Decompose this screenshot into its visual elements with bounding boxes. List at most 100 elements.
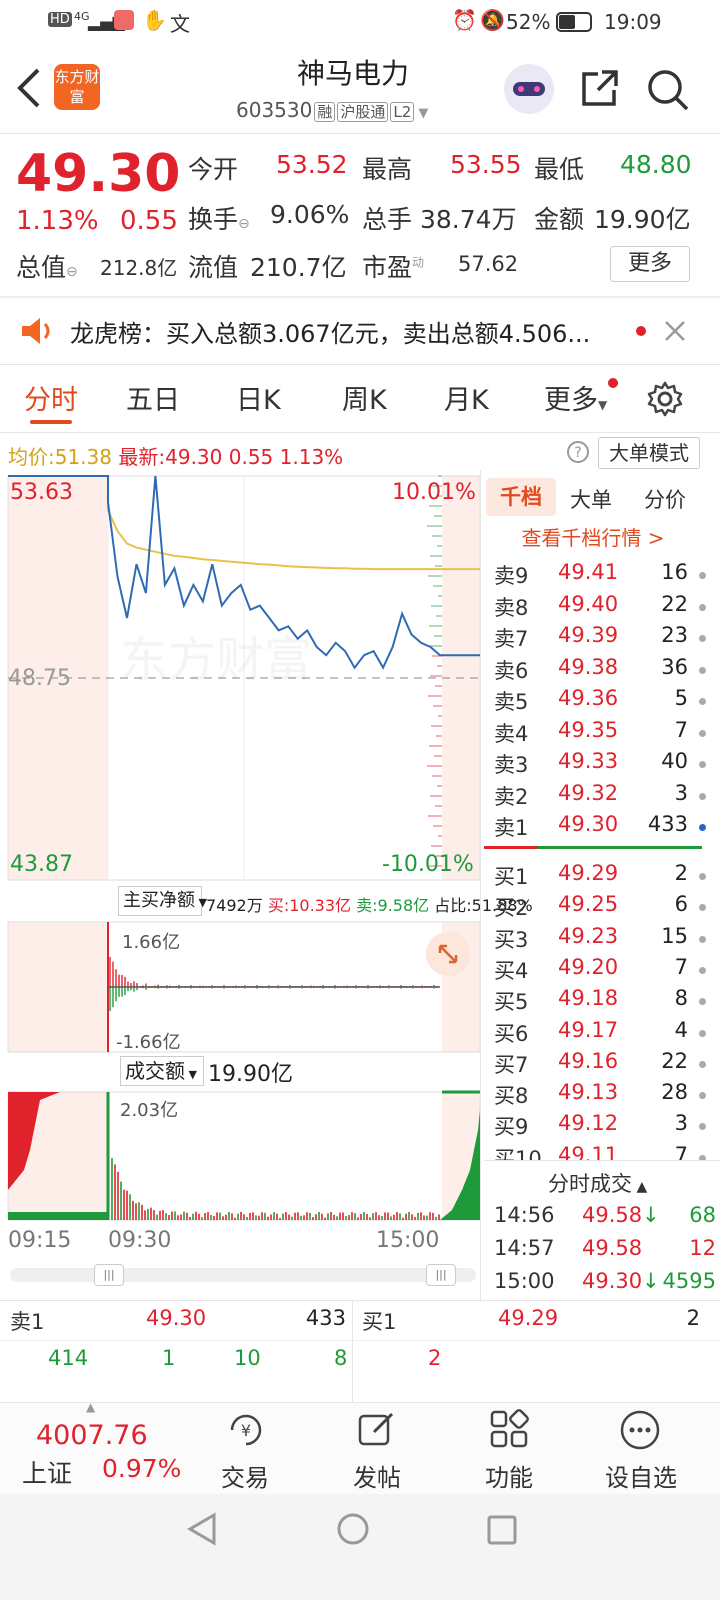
- ask-row[interactable]: 卖7 49.39 23: [494, 623, 714, 655]
- nav-post[interactable]: 发帖: [322, 1458, 432, 1493]
- ask-volume: 22: [661, 591, 688, 616]
- ask-price: 49.35: [558, 717, 619, 742]
- pct-top-label: 10.01%: [392, 480, 476, 505]
- bid-row[interactable]: 买3 49.23 15: [494, 924, 714, 956]
- ask-row[interactable]: 卖8 49.40 22: [494, 592, 714, 624]
- expand-icon[interactable]: [426, 932, 470, 976]
- bid-row[interactable]: 买7 49.16 22: [494, 1049, 714, 1081]
- system-recents-icon[interactable]: [486, 1514, 518, 1546]
- time-label-930: 09:30: [108, 1228, 172, 1253]
- time-label-open: 09:15: [8, 1228, 72, 1253]
- panel-divider: [480, 470, 481, 1300]
- bid-row[interactable]: 买6 49.17 4: [494, 1018, 714, 1050]
- system-home-icon[interactable]: [336, 1512, 370, 1546]
- range-handle-right[interactable]: |||: [426, 1264, 456, 1286]
- index-pct[interactable]: 0.97%: [102, 1454, 181, 1483]
- bid-price: 49.11: [558, 1142, 619, 1160]
- tick-volume: 4595: [662, 1269, 716, 1293]
- open-value: 53.52: [276, 150, 348, 179]
- ask-row[interactable]: 卖6 49.38 36: [494, 655, 714, 687]
- ob-tab-thousand[interactable]: 千档: [486, 478, 556, 516]
- stock-code-line[interactable]: 603530 融沪股通 L2 ▼: [236, 98, 476, 122]
- ask-dot: [699, 792, 706, 800]
- ask-row[interactable]: 卖3 49.33 40: [494, 749, 714, 781]
- bid-volume: 7: [674, 954, 688, 979]
- post-icon[interactable]: [356, 1408, 398, 1450]
- share-icon[interactable]: [580, 68, 620, 108]
- ask-volume: 3: [674, 780, 688, 805]
- tab-more[interactable]: 更多▼: [544, 378, 607, 417]
- close-icon[interactable]: [664, 320, 686, 342]
- big-order-mode-button[interactable]: 大单模式: [598, 437, 700, 469]
- notice-bar[interactable]: 龙虎榜：买入总额3.067亿元，卖出总额4.506...: [0, 298, 720, 364]
- sell-queue-item: 8: [334, 1346, 348, 1370]
- tab-indicator: [30, 420, 72, 424]
- tab-intraday[interactable]: 分时: [24, 378, 78, 417]
- tab-five-day[interactable]: 五日: [126, 378, 180, 417]
- open-label: 今开: [188, 155, 239, 184]
- settings-gear-icon[interactable]: [646, 380, 684, 418]
- bid-row[interactable]: 买5 49.18 8: [494, 986, 714, 1018]
- system-back-icon[interactable]: [186, 1512, 218, 1546]
- nav-functions[interactable]: 功能: [454, 1458, 564, 1493]
- bid-row[interactable]: 买9 49.12 3: [494, 1111, 714, 1143]
- net-buy-y-top: 1.66亿: [122, 932, 181, 953]
- bid-row[interactable]: 买1 49.29 2: [494, 861, 714, 893]
- tag-hk-connect: 沪股通: [337, 102, 389, 122]
- bid-row[interactable]: 买4 49.20 7: [494, 955, 714, 987]
- speaker-icon: [22, 318, 50, 344]
- ask-row[interactable]: 卖2 49.32 3: [494, 781, 714, 813]
- bid-row[interactable]: 买10 49.11 7: [494, 1143, 714, 1160]
- bid-price: 49.20: [558, 954, 619, 979]
- help-icon[interactable]: ?: [566, 440, 590, 464]
- index-name[interactable]: 上证: [22, 1454, 72, 1490]
- auction-area-green: [8, 1212, 108, 1220]
- bid-label: 买3: [494, 927, 529, 952]
- volume-y-top: 2.03亿: [120, 1100, 179, 1121]
- ask-row[interactable]: 卖9 49.41 16: [494, 560, 714, 592]
- range-handle-left[interactable]: |||: [94, 1264, 124, 1286]
- ask-row[interactable]: 卖5 49.36 5: [494, 686, 714, 718]
- search-icon[interactable]: [646, 68, 690, 112]
- sell-queue-item: 10: [234, 1346, 261, 1370]
- app-logo[interactable]: 东方财富: [54, 64, 100, 110]
- bid-dot: [699, 1060, 706, 1068]
- tab-weekly-k[interactable]: 周K: [342, 378, 387, 417]
- ask-dot: [699, 698, 706, 705]
- ob-tab-big-order[interactable]: 大单: [570, 484, 612, 514]
- ob-view-link[interactable]: 查看千档行情 >: [486, 522, 700, 551]
- net-buy-selector[interactable]: 主买净额 ▼: [118, 886, 207, 916]
- more-button[interactable]: 更多: [610, 246, 690, 282]
- ask-label: 卖2: [494, 784, 529, 809]
- volume-total: 19.90亿: [208, 1062, 293, 1087]
- ticks-header[interactable]: 分时成交 ▲: [548, 1168, 647, 1198]
- functions-icon[interactable]: [488, 1408, 530, 1450]
- tab-monthly-k[interactable]: 月K: [444, 378, 489, 417]
- ob-ratio-sell: [484, 846, 538, 849]
- ask-volume: 40: [661, 749, 688, 773]
- change-pct: 1.13%: [16, 206, 99, 236]
- low-label: 最低: [534, 155, 585, 184]
- ask-row[interactable]: 卖4 49.35 7: [494, 718, 714, 750]
- bid-row[interactable]: 买8 49.13 28: [494, 1080, 714, 1112]
- time-label-close: 15:00: [376, 1228, 440, 1253]
- tab-daily-k[interactable]: 日K: [236, 378, 281, 417]
- tick-volume: 68: [689, 1203, 716, 1227]
- index-expand-icon[interactable]: ▲: [86, 1400, 95, 1414]
- volume-selector[interactable]: 成交额 ▼: [120, 1056, 204, 1086]
- nav-add-watchlist[interactable]: 设自选: [586, 1458, 696, 1493]
- assistant-robot-icon[interactable]: [504, 64, 554, 114]
- battery-label: 52%: [506, 10, 551, 34]
- ask-dot: [699, 666, 706, 674]
- info-icon[interactable]: ⊖: [66, 264, 78, 280]
- info-icon[interactable]: ⊖: [238, 216, 250, 232]
- watchlist-icon[interactable]: [618, 1408, 662, 1452]
- ask-row[interactable]: 卖1 49.30 433: [494, 812, 714, 844]
- ob-tab-price[interactable]: 分价: [644, 484, 686, 514]
- nav-trade[interactable]: 交易: [190, 1458, 300, 1493]
- ask-price: 49.33: [558, 749, 619, 773]
- trade-icon[interactable]: ¥: [224, 1410, 268, 1450]
- index-value[interactable]: 4007.76: [36, 1420, 148, 1451]
- back-icon[interactable]: [14, 66, 44, 110]
- bid-label: 买7: [494, 1052, 529, 1077]
